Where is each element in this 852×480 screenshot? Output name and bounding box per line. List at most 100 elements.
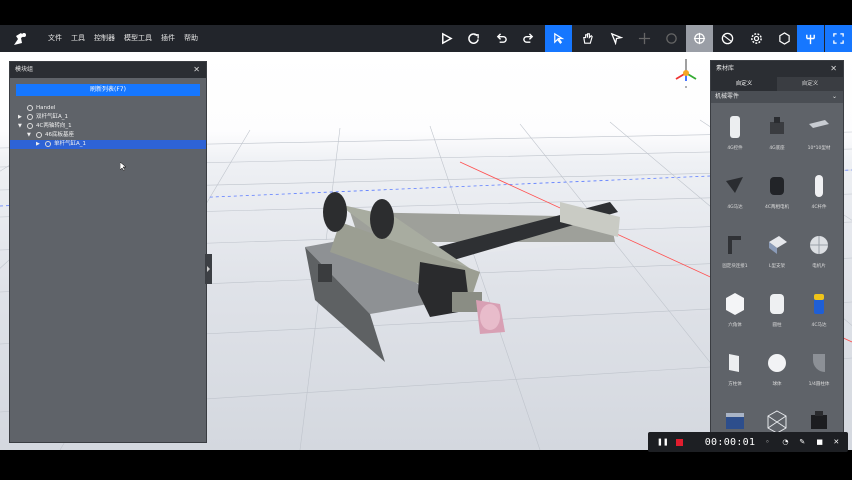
asset-item-label: 电机片 [812,264,826,269]
tab-custom-2[interactable]: 自定义 [777,77,843,91]
asset-item[interactable]: 1/4圆柱体 [798,345,840,397]
asset-tabs: 自定义 自定义 [711,77,843,91]
tree-item-selected[interactable]: ▶ 单杆气缸A_1 [10,140,206,149]
asset-item[interactable]: 4G底座 [756,109,798,161]
asset-item[interactable]: 4C两相电机 [756,168,798,220]
speedometer-icon[interactable]: ◔ [782,438,789,446]
tree-item-label: 单杆气缸A_1 [54,141,87,147]
move-icon[interactable] [631,25,658,52]
close-icon[interactable]: ✕ [830,61,837,77]
asset-item-label: 固定块连接1 [722,264,748,269]
menu-tools[interactable]: 工具 [71,25,85,52]
asset-item-label: L型支架 [768,264,785,269]
block-blue-icon [765,232,789,258]
cyl-white-icon [723,114,747,140]
module-tree-panel: 模块组 ✕ 刷新列表(F7) Handel ▶ 双杆气缸A_1 ▼ 4C两轴转向… [9,61,207,443]
fan-icon [807,232,831,258]
asset-item[interactable]: 10*10型材 [798,109,840,161]
bar-icon [807,114,831,140]
mouse-cursor-icon [120,162,127,171]
top-toolbar: 文件 工具 控制器 模型工具 插件 帮助 [0,25,852,52]
panel-title-text: 模块组 [15,66,34,73]
asset-item-label: 4G马达 [727,205,743,210]
asset-library-title: 素材库 ✕ [711,61,843,77]
stop-record-icon[interactable] [675,438,683,446]
menu-plugins[interactable]: 插件 [161,25,175,52]
expand-arrow-icon[interactable]: ▶ [18,113,22,122]
wedge-icon [723,173,747,199]
asset-item[interactable]: 固定块连接1 [714,227,756,279]
cursor-icon[interactable] [603,25,630,52]
menu-file[interactable]: 文件 [48,25,62,52]
tree-item[interactable]: Handel [10,104,206,113]
asset-item-label: 球体 [772,382,782,387]
panel-title-text: 素材库 [716,65,735,72]
menu-bar: 文件 工具 控制器 模型工具 插件 帮助 [48,25,207,52]
category-header[interactable]: 机械零件 ⌄ [711,91,843,103]
globe-icon[interactable] [714,25,741,52]
asset-item[interactable]: 圆柱 [756,286,798,338]
tree-item[interactable]: ▼ 4C两轴转向_1 [10,122,206,131]
asset-item[interactable]: 电机片 [798,227,840,279]
asset-item[interactable]: 4G马达 [714,168,756,220]
orbit-icon[interactable] [686,25,713,52]
asset-item[interactable]: 方柱体 [714,345,756,397]
expand-arrow-icon[interactable]: ▶ [36,140,40,149]
module-icon [45,141,51,147]
record-dot-icon[interactable]: ◦ [765,438,772,446]
asset-item-label: 圆柱 [772,323,782,328]
tree-item[interactable]: ▶ 双杆气缸A_1 [10,113,206,122]
cyl-dark-icon [765,173,789,199]
asset-item-label: 4C两相电机 [764,205,789,210]
battery-icon [807,291,831,317]
rotate-icon[interactable] [658,25,685,52]
tree-item-label: 双杆气缸A_1 [36,114,69,120]
pen-icon[interactable]: ✎ [799,438,806,446]
tree-item-label: 4C两轴转向_1 [36,123,72,129]
play-icon[interactable] [433,25,460,52]
module-tree-title: 模块组 ✕ [10,62,206,78]
module-icon [27,114,33,120]
asset-item[interactable]: 4C马达 [798,286,840,338]
collapse-arrow-icon[interactable]: ▼ [27,131,31,140]
module-icon [27,105,33,111]
panel-collapse-handle[interactable] [205,254,212,284]
menu-model-tools[interactable]: 模型工具 [124,25,152,52]
axis-gizmo-icon[interactable] [672,57,700,89]
module-icon [27,123,33,129]
asset-item[interactable]: 球体 [756,345,798,397]
chevron-down-icon[interactable]: ⌄ [832,91,837,103]
asset-item-label: 六角体 [728,323,742,328]
menu-controller[interactable]: 控制器 [94,25,115,52]
reset-icon[interactable] [460,25,487,52]
pause-icon[interactable]: ❚❚ [657,438,669,446]
close-icon[interactable]: ✕ [193,62,200,78]
robot-arm-logo-icon [12,31,28,47]
module-tree: Handel ▶ 双杆气缸A_1 ▼ 4C两轴转向_1 ▼ 46底板基座 ▶ 单… [10,104,206,149]
close-recorder-icon[interactable]: ✕ [833,438,840,446]
refresh-list-button[interactable]: 刷新列表(F7) [16,84,200,96]
hand-icon[interactable] [574,25,601,52]
camera-icon[interactable]: ■ [816,438,823,446]
asset-item[interactable]: 4C杆件 [798,168,840,220]
select-icon[interactable] [545,25,572,52]
asset-library-panel: 素材库 ✕ 自定义 自定义 机械零件 ⌄ 4G控件 4G底座 10*10型材 4G马达… [710,60,844,442]
asset-item[interactable]: L型支架 [756,227,798,279]
undo-icon[interactable] [488,25,515,52]
asset-item-label: 4C杆件 [811,205,827,210]
menu-help[interactable]: 帮助 [184,25,198,52]
settings-icon[interactable] [743,25,770,52]
branch-icon[interactable] [797,25,824,52]
fullscreen-icon[interactable] [825,25,852,52]
cube-icon[interactable] [771,25,798,52]
redo-icon[interactable] [515,25,542,52]
asset-item[interactable]: 4G控件 [714,109,756,161]
quarter-icon [807,350,831,376]
asset-item-label: 1/4圆柱体 [808,382,830,387]
tab-custom-1[interactable]: 自定义 [711,77,777,91]
category-label: 机械零件 [715,93,740,100]
tree-item[interactable]: ▼ 46底板基座 [10,131,206,140]
collapse-arrow-icon[interactable]: ▼ [18,122,22,131]
asset-item-label: 方柱体 [728,382,742,387]
asset-item[interactable]: 六角体 [714,286,756,338]
